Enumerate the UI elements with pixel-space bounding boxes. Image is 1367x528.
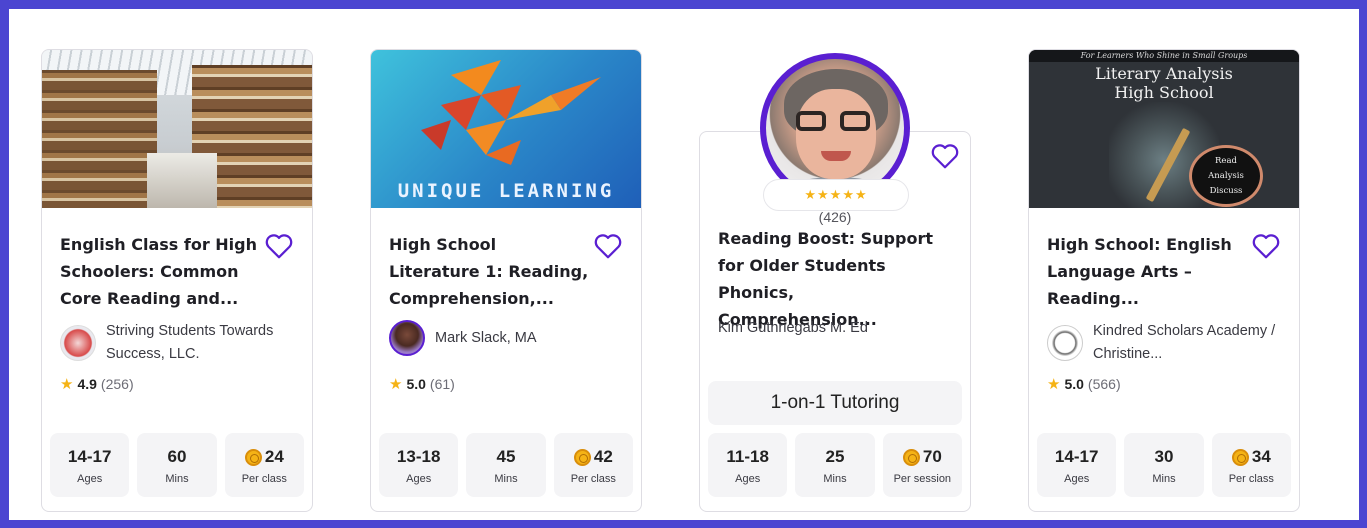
stat-price: 34 Per class	[1211, 433, 1291, 497]
stat-value: 42	[554, 447, 633, 467]
heart-icon[interactable]	[264, 232, 294, 260]
stat-value: 13-18	[396, 447, 441, 466]
stat-value: 25	[825, 447, 845, 466]
stat-value: 24	[225, 447, 304, 467]
star-rating-pill: ★★★★★	[763, 179, 909, 211]
stat-ages: 14-17 Ages	[1037, 433, 1117, 497]
stat-mins: 25 Mins	[795, 433, 875, 497]
class-thumbnail[interactable]: For Learners Who Shine in Small Groups L…	[1029, 50, 1299, 208]
avatar	[389, 320, 425, 356]
class-stats: 11-18 Ages 25 Mins 70 Per session	[708, 433, 962, 497]
rating-count: (566)	[1087, 376, 1121, 392]
hummingbird-logo	[421, 60, 601, 165]
price-value: 24	[264, 447, 284, 466]
stat-label: Mins	[823, 473, 847, 485]
price-value: 70	[922, 447, 942, 466]
stat-value: 14-17	[1054, 447, 1099, 466]
rating-count: (426)	[818, 209, 852, 225]
stat-value: 45	[496, 447, 516, 466]
class-title[interactable]: English Class for High Schoolers: Common…	[60, 231, 260, 312]
class-stats: 13-18 Ages 45 Mins 42 Per class	[379, 433, 633, 497]
coin-icon	[902, 448, 920, 466]
class-card-3[interactable]: ★★★★★ (426) Reading Boost: Support for O…	[699, 53, 971, 512]
stat-mins: 60 Mins	[137, 433, 217, 497]
stat-ages: 11-18 Ages	[708, 433, 788, 497]
stat-value: 30	[1154, 447, 1174, 466]
teacher-name[interactable]: Mark Slack, MA	[435, 327, 625, 350]
stat-mins: 45 Mins	[466, 433, 546, 497]
heart-icon[interactable]	[593, 232, 623, 260]
avatar	[60, 325, 96, 361]
stat-price: 70 Per session	[882, 433, 962, 497]
image-title-line: Literary Analysis	[1095, 64, 1233, 83]
rating-value: 5.0	[406, 376, 426, 392]
teacher-name[interactable]: Kim Guthriegabs M. Ed	[718, 317, 958, 340]
coin-icon	[1231, 448, 1249, 466]
price-value: 34	[1251, 447, 1271, 466]
rating: ★ 4.9 (256)	[60, 375, 134, 393]
class-card-2[interactable]: UNIQUE LEARNING High School Literature 1…	[370, 49, 642, 512]
coin-icon	[244, 448, 262, 466]
class-stats: 14-17 Ages 60 Mins 24 Per class	[50, 433, 304, 497]
stat-label: Ages	[1064, 473, 1090, 485]
stat-value: 60	[167, 447, 187, 466]
rating: ★ 5.0 (566)	[1047, 375, 1121, 393]
image-title-line: High School	[1114, 83, 1214, 102]
stat-label: Ages	[735, 473, 761, 485]
star-icon: ★	[389, 376, 403, 393]
stat-ages: 13-18 Ages	[379, 433, 459, 497]
class-thumbnail[interactable]	[42, 50, 312, 208]
stat-value: 70	[883, 447, 962, 467]
image-banner-text: For Learners Who Shine in Small Groups	[1029, 50, 1299, 62]
badge-line: Discuss	[1209, 185, 1243, 196]
rating-value: 5.0	[1064, 376, 1084, 392]
teacher-name[interactable]: Striving Students Towards Success, LLC.	[106, 320, 296, 366]
avatar	[1047, 325, 1083, 361]
teacher-info[interactable]: Mark Slack, MA	[389, 320, 625, 356]
format-badge: 1-on-1 Tutoring	[708, 381, 962, 425]
rating-count: (61)	[429, 376, 455, 392]
star-icon: ★	[60, 376, 74, 393]
stat-label: Ages	[77, 473, 103, 485]
stat-label: Per class	[241, 473, 287, 485]
stat-value: 34	[1212, 447, 1291, 467]
star-icon: ★	[1047, 376, 1061, 393]
class-title[interactable]: High School Literature 1: Reading, Compr…	[389, 231, 589, 312]
teacher-name[interactable]: Kindred Scholars Academy / Christine...	[1093, 320, 1283, 366]
badge-line: Analysis	[1208, 170, 1244, 181]
stat-ages: 14-17 Ages	[50, 433, 130, 497]
class-card-1[interactable]: English Class for High Schoolers: Common…	[41, 49, 313, 512]
class-title[interactable]: High School: English Language Arts – Rea…	[1047, 231, 1247, 312]
stat-value: 11-18	[726, 447, 769, 466]
stat-mins: 30 Mins	[1124, 433, 1204, 497]
rating-count: (256)	[100, 376, 134, 392]
stat-label: Mins	[1152, 473, 1176, 485]
heart-icon[interactable]	[930, 142, 960, 170]
stat-label: Ages	[406, 473, 432, 485]
stat-label: Per class	[1228, 473, 1274, 485]
teacher-info[interactable]: Striving Students Towards Success, LLC.	[60, 320, 296, 366]
class-thumbnail[interactable]: UNIQUE LEARNING	[371, 50, 641, 208]
teacher-info[interactable]: Kim Guthriegabs M. Ed	[718, 317, 958, 340]
price-value: 42	[593, 447, 613, 466]
stat-label: Mins	[494, 473, 518, 485]
stat-label: Per class	[570, 473, 616, 485]
class-stats: 14-17 Ages 30 Mins 34 Per class	[1037, 433, 1291, 497]
stat-price: 24 Per class	[224, 433, 304, 497]
rating-value: 4.9	[77, 376, 97, 392]
stat-label: Per session	[893, 473, 952, 485]
stat-label: Mins	[165, 473, 189, 485]
image-brand-text: UNIQUE LEARNING	[397, 180, 615, 202]
stat-value: 14-17	[67, 447, 112, 466]
class-card-4[interactable]: For Learners Who Shine in Small Groups L…	[1028, 49, 1300, 512]
coin-icon	[573, 448, 591, 466]
rating: ★ 5.0 (61)	[389, 375, 455, 393]
teacher-info[interactable]: Kindred Scholars Academy / Christine...	[1047, 320, 1283, 366]
stat-price: 42 Per class	[553, 433, 633, 497]
heart-icon[interactable]	[1251, 232, 1281, 260]
image-badge: Read Analysis Discuss	[1189, 145, 1263, 207]
badge-line: Read	[1215, 155, 1237, 166]
